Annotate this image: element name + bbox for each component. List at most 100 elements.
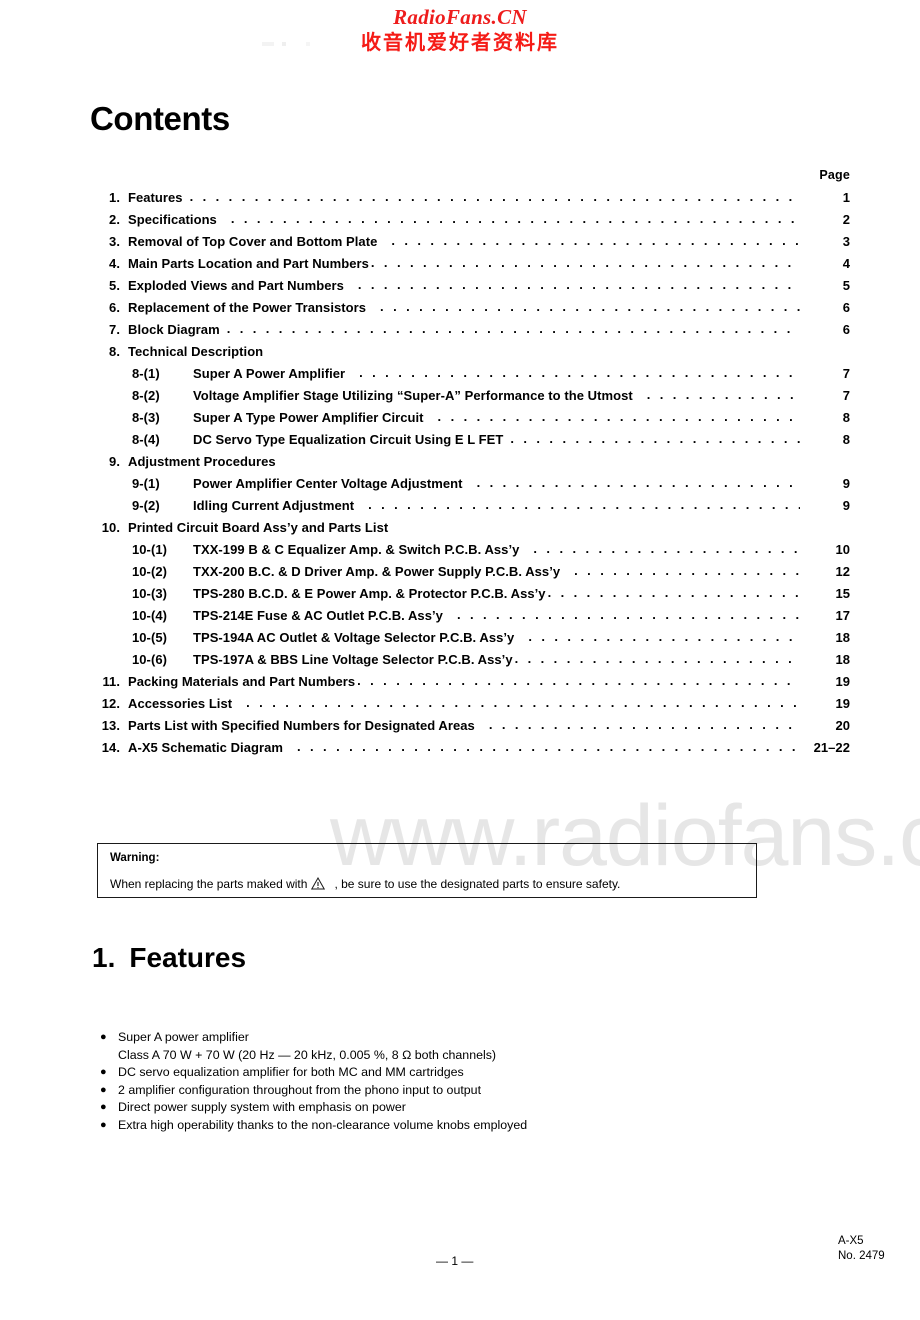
toc-entry[interactable]: 4. Main Parts Location and Part Numbers. … (90, 255, 850, 278)
toc-entry-number: 2. (109, 212, 120, 227)
bullet-icon: ● (100, 1031, 107, 1043)
toc-entry[interactable]: 10-(1) TXX-199 B & C Equalizer Amp. & Swi… (90, 541, 850, 564)
toc-entry-number: 8. (109, 344, 120, 359)
warning-triangle-icon (311, 876, 326, 890)
toc-entry[interactable]: 6. Replacement of the Power Transistors . … (90, 299, 850, 322)
toc-entry[interactable]: 9.Adjustment Procedures. . . . . . . . .… (90, 454, 850, 476)
toc-entry[interactable]: 10-(5) TPS-194A AC Outlet & Voltage Selec… (90, 629, 850, 652)
toc-entry-label: TPS-280 B.C.D. & E Power Amp. & Protecto… (193, 586, 546, 601)
toc-entry-label: TPS-194A AC Outlet & Voltage Selector P.… (193, 630, 515, 645)
toc-leader-dots: . . . . . . . . . . . . . . . . . . . . … (370, 255, 800, 270)
toc-entry-label: Main Parts Location and Part Numbers (128, 256, 369, 271)
toc-entry-page: 20 (835, 718, 850, 733)
feature-item-body: DC servo equalization amplifier for both… (118, 1064, 798, 1082)
watermark-latin-text: RadioFans.CN (393, 5, 527, 29)
feature-item-body: Extra high operability thanks to the non… (118, 1117, 798, 1135)
toc-entry-page: 4 (842, 256, 850, 271)
toc-entry-label: Removal of Top Cover and Bottom Plate (128, 234, 378, 249)
toc-entry[interactable]: 5. Exploded Views and Part Numbers . . . .… (90, 277, 850, 300)
toc-entry-page: 7 (842, 388, 850, 403)
toc-leader-dots: . . . . . . . . . . . . . . . . . . . . … (380, 299, 800, 314)
toc-entry[interactable]: 2. Specifications . . . . . . . . . . . . … (90, 211, 850, 234)
toc-entry-page: 10 (835, 542, 850, 557)
toc-page-column-header: Page (819, 168, 850, 182)
toc-leader-dots: . . . . . . . . . . . . . . . . . . . . … (189, 189, 800, 204)
toc-entry-label: Packing Materials and Part Numbers (128, 674, 356, 689)
toc-entry-number: 10-(3) (132, 586, 167, 601)
toc-entry[interactable]: 8.Technical Description. . . . . . . . .… (90, 344, 850, 366)
toc-entry-page: 2 (842, 212, 850, 227)
footer-document-reference: A-X5 No. 2479 (838, 1234, 885, 1264)
toc-entry-page: 3 (842, 234, 850, 249)
toc-entry-number: 9. (109, 454, 120, 469)
toc-entry-number: 8-(1) (132, 366, 160, 381)
toc-entry[interactable]: 12. Accessories List . . . . . . . . . . .… (90, 695, 850, 718)
toc-entry[interactable]: 14. A-X5 Schematic Diagram . . . . . . . .… (90, 739, 850, 762)
toc-entry[interactable]: 3. Removal of Top Cover and Bottom Plate.… (90, 233, 850, 256)
toc-entry[interactable]: 8-(1) Super A Power Amplifier . . . . . . … (90, 365, 850, 388)
bullet-icon: ● (100, 1101, 107, 1113)
toc-entry[interactable]: 7. Block Diagram . . . . . . . . . . . . .… (90, 321, 850, 344)
toc-entry-number: 10. (101, 520, 120, 535)
toc-entry-number: 13. (101, 718, 120, 733)
toc-entry-number: 4. (109, 256, 120, 271)
footer-page-number: — 1 — (436, 1254, 474, 1268)
toc-entry-label: TPS-214E Fuse & AC Outlet P.C.B. Ass’y (193, 608, 443, 623)
toc-entry-page: 17 (835, 608, 850, 623)
toc-entry[interactable]: 8-(3) Super A Type Power Amplifier Circui… (90, 409, 850, 432)
toc-entry[interactable]: 8-(4) DC Servo Type Equalization Circuit … (90, 431, 850, 454)
toc-entry-label: Exploded Views and Part Numbers (128, 278, 344, 293)
toc-entry[interactable]: 8-(2) Voltage Amplifier Stage Utilizing “… (90, 387, 850, 410)
toc-entry-number: 6. (109, 300, 120, 315)
toc-entry[interactable]: 10-(4) TPS-214E Fuse & AC Outlet P.C.B. A… (90, 607, 850, 630)
scan-artifact (262, 42, 322, 46)
feature-list-item: ● Super A power amplifier Class A 70 W + 7… (98, 1029, 798, 1064)
features-heading-text: Features (129, 942, 247, 973)
toc-leader-dots: . . . . . . . . . . . . . . . . . . . . … (510, 431, 800, 446)
toc-list: 1. Features . . . . . . . . . . . . . . . … (90, 189, 850, 762)
site-watermark-header: RadioFans.CN 收音机爱好者资料库 (0, 6, 920, 54)
feature-item-body: Direct power supply system with emphasis… (118, 1099, 798, 1117)
toc-entry[interactable]: 10-(3) TPS-280 B.C.D. & E Power Amp. & Pr… (90, 585, 850, 608)
toc-entry-number: 11. (102, 674, 120, 689)
toc-entry[interactable]: 9-(1) Power Amplifier Center Voltage Adju… (90, 475, 850, 498)
toc-leader-dots: . . . . . . . . . . . . . . . . . . . . … (297, 739, 800, 754)
feature-item-body: 2 amplifier configuration throughout fro… (118, 1082, 798, 1100)
toc-entry-number: 3. (109, 234, 120, 249)
bullet-icon: ● (100, 1083, 107, 1096)
feature-list-item: ● Extra high operability thanks to the no… (98, 1117, 798, 1135)
features-heading-number: 1. (92, 942, 116, 973)
toc-entry-label: TPS-197A & BBS Line Voltage Selector P.C… (193, 652, 513, 667)
toc-entry-page: 1 (842, 190, 850, 205)
toc-entry-label: Specifications (128, 212, 217, 227)
toc-entry-number: 12. (101, 696, 120, 711)
warning-text-before: When replacing the parts maked with (110, 877, 308, 891)
toc-entry-number: 14. (101, 740, 120, 755)
toc-leader-dots: . . . . . . . . . . . . . . . . . . . . … (533, 541, 800, 556)
toc-entry[interactable]: 10-(2) TXX-200 B.C. & D Driver Amp. & Pow… (90, 563, 850, 586)
toc-entry-number: 9-(2) (132, 498, 160, 513)
toc-entry-number: 10-(6) (132, 652, 167, 667)
toc-leader-dots: . . . . . . . . . . . . . . . . . . . . … (368, 497, 800, 512)
toc-entry[interactable]: 1. Features . . . . . . . . . . . . . . . … (90, 189, 850, 212)
footer-model: A-X5 (838, 1235, 864, 1247)
toc-entry-number: 1. (109, 190, 120, 205)
toc-entry[interactable]: 13. Parts List with Specified Numbers for… (90, 717, 850, 740)
toc-entry[interactable]: 9-(2) Idling Current Adjustment . . . . . … (90, 497, 850, 520)
toc-entry[interactable]: 11. Packing Materials and Part Numbers. .… (90, 673, 850, 696)
toc-leader-dots: . . . . . . . . . . . . . . . . . . . . … (476, 475, 800, 490)
toc-entry-page: 8 (842, 432, 850, 447)
toc-entry-page: 5 (842, 278, 850, 293)
toc-entry-page: 6 (842, 300, 850, 315)
toc-entry-number: 10-(4) (132, 608, 167, 623)
toc-entry-label: Super A Type Power Amplifier Circuit (193, 410, 424, 425)
toc-entry[interactable]: 10-(6) TPS-197A & BBS Line Voltage Select… (90, 651, 850, 674)
toc-entry-label: Replacement of the Power Transistors (128, 300, 367, 315)
toc-entry-page: 12 (835, 564, 850, 579)
toc-entry-page: 9 (842, 476, 850, 491)
toc-entry-label: Features (128, 190, 183, 205)
toc-leader-dots: . . . . . . . . . . . . . . . . . . . . … (357, 277, 800, 292)
toc-leader-dots: . . . . . . . . . . . . . . . . . . . . … (574, 563, 800, 578)
features-list: ● Super A power amplifier Class A 70 W + 7… (98, 1029, 798, 1134)
toc-entry[interactable]: 10. Printed Circuit Board Ass’y and Parts… (90, 520, 850, 542)
